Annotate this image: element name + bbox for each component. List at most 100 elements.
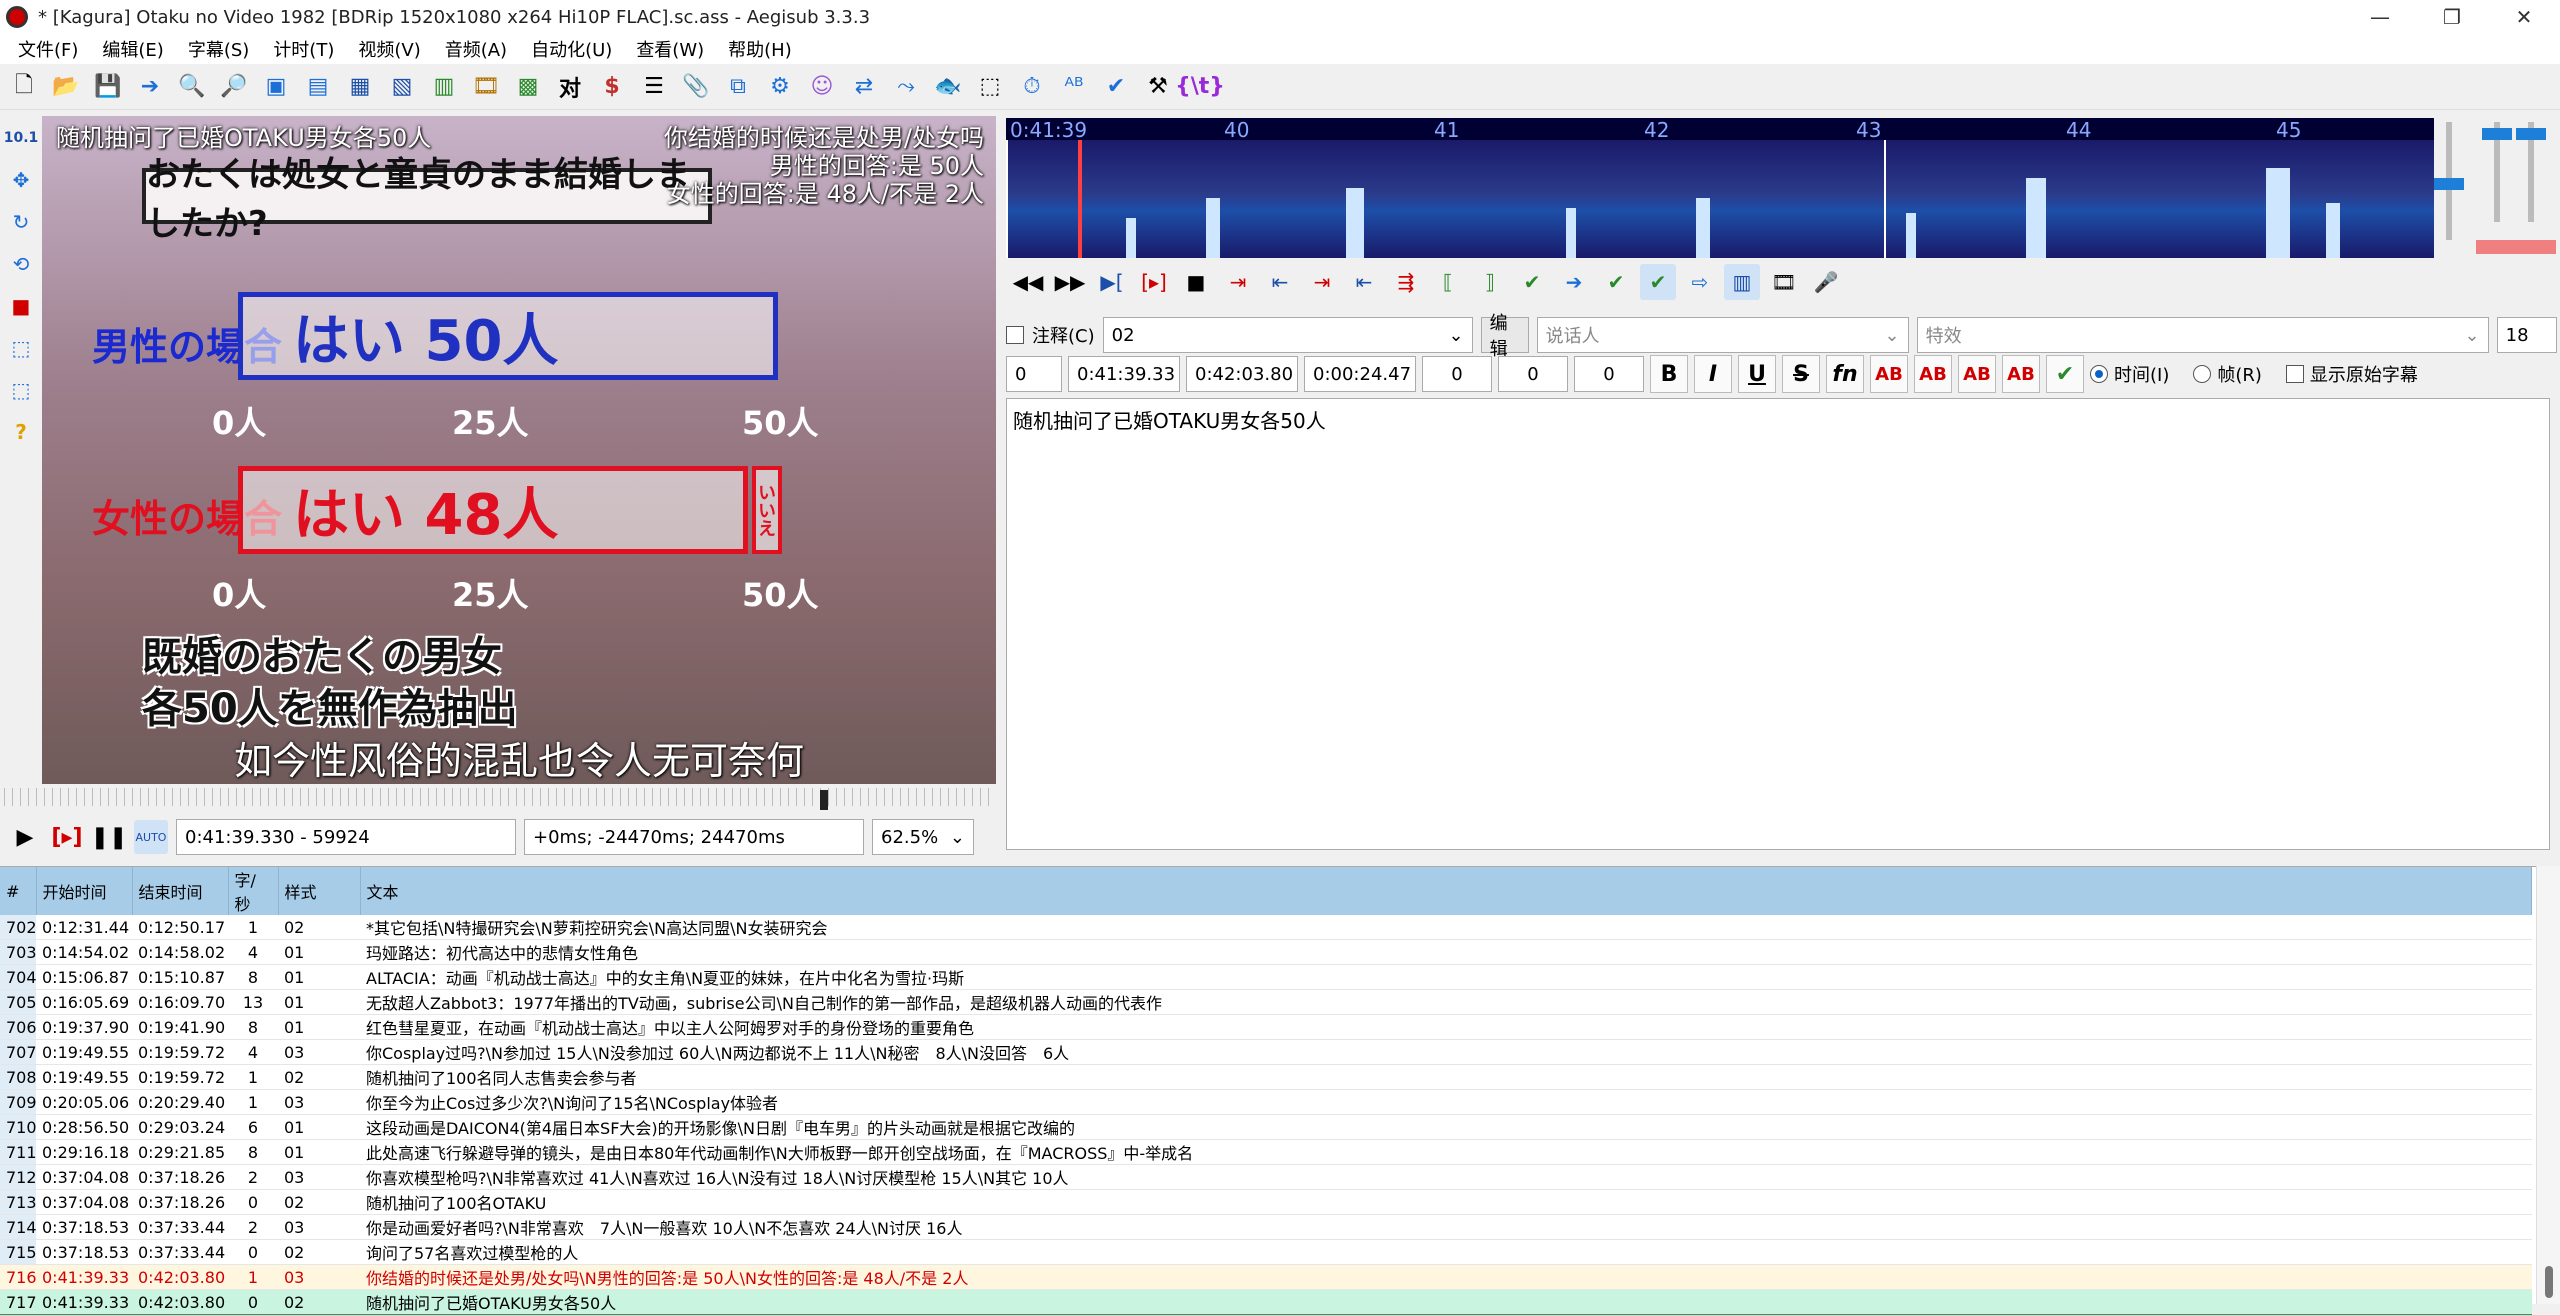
maximize-button[interactable]: ❐ — [2416, 0, 2488, 34]
menu-video[interactable]: 视频(V) — [346, 36, 432, 62]
volume-knob[interactable] — [2516, 128, 2546, 140]
actor-select[interactable]: 说话人 ⌄ — [1536, 317, 1909, 353]
play-selection-icon[interactable]: ▶[ — [1094, 264, 1130, 300]
margin-left-field[interactable]: 0 — [1422, 356, 1492, 392]
zoom-select[interactable]: 62.5% ⌄ — [872, 819, 974, 855]
edit-style-button[interactable]: 编辑 — [1480, 313, 1529, 360]
table-row[interactable]: 717 0:41:39.33 0:42:03.80 0 02 随机抽问了已婚OTAKU男女… — [0, 1289, 2532, 1315]
table-row[interactable]: 709 0:20:05.06 0:20:29.40 1 03 你至今为止Cos过多少次?\… — [0, 1089, 2532, 1115]
script-s-icon[interactable]: $ — [594, 69, 630, 105]
shadow-color-button[interactable]: AB — [2002, 355, 2040, 393]
horizontal-zoom-knob[interactable] — [2482, 128, 2512, 140]
col-text[interactable]: 文本 — [360, 867, 2532, 915]
check-icon[interactable]: ✔ — [1098, 69, 1134, 105]
col-cps[interactable]: 字/秒 — [228, 867, 279, 915]
time-radio[interactable] — [2090, 365, 2108, 383]
effect-input[interactable]: 特效 ⌄ — [1916, 317, 2489, 353]
goto-next-icon[interactable]: ➔ — [1556, 264, 1592, 300]
secondary-color-button[interactable]: AB — [1914, 355, 1952, 393]
shift-times-icon[interactable]: ⇄ — [846, 69, 882, 105]
properties-icon[interactable]: ☰ — [636, 69, 672, 105]
video-karaoke-icon[interactable]: 🎞 — [1766, 264, 1802, 300]
col-number[interactable]: # — [0, 867, 37, 915]
seek-thumb[interactable] — [820, 790, 828, 810]
table-row[interactable]: 712 0:37:04.08 0:37:18.26 2 03 你喜欢模型枪吗?\N非常喜欢… — [0, 1164, 2532, 1190]
auto-scroll-icon[interactable]: AUTO — [134, 820, 168, 854]
timing-postprocessor-icon[interactable]: ⤳ — [888, 69, 924, 105]
menu-view[interactable]: 查看(W) — [624, 36, 716, 62]
menu-timing[interactable]: 计时(T) — [261, 36, 346, 62]
resample-icon[interactable]: ▤ — [300, 69, 336, 105]
translation-icon[interactable]: 对 — [552, 69, 588, 105]
jump-to-icon[interactable]: ➔ — [132, 69, 168, 105]
close-button[interactable]: ✕ — [2488, 0, 2560, 34]
clip-icon[interactable]: ⬚ — [4, 330, 38, 366]
start-time-field[interactable]: 0:41:39.33 — [1068, 356, 1180, 392]
automation-icon[interactable]: ⚙ — [762, 69, 798, 105]
fonts-collector-icon[interactable]: ▥ — [426, 69, 462, 105]
film-icon[interactable]: 🎞 — [468, 69, 504, 105]
scroll-thumb[interactable] — [2545, 1266, 2553, 1298]
end-time-field[interactable]: 0:42:03.80 — [1186, 356, 1298, 392]
table-row[interactable]: 704 0:15:06.87 0:15:10.87 8 01 ALTACIA：动画『机动战… — [0, 964, 2532, 990]
underline-button[interactable]: U — [1738, 355, 1776, 393]
commit-icon[interactable]: ✔ — [1514, 264, 1550, 300]
col-start[interactable]: 开始时间 — [36, 867, 133, 915]
table-row[interactable]: 711 0:29:16.18 0:29:21.85 8 01 此处高速飞行躲避导弹的镜头，… — [0, 1139, 2532, 1165]
fish-icon[interactable]: 🐟 — [930, 69, 966, 105]
select-icon[interactable]: ⬚ — [972, 69, 1008, 105]
table-row[interactable]: 708 0:19:49.55 0:19:59.72 1 02 随机抽问了100名同人志售卖… — [0, 1064, 2532, 1090]
link-toggle[interactable] — [2476, 240, 2556, 254]
comment-checkbox[interactable] — [1006, 326, 1024, 344]
show-original-checkbox[interactable] — [2285, 365, 2304, 383]
karaoke-icon[interactable]: 🎤 — [1808, 264, 1844, 300]
tags-icon[interactable]: {\t} — [1175, 69, 1225, 105]
table-row[interactable]: 705 0:16:05.69 0:16:09.70 13 01 无敌超人Zabbot3：1… — [0, 989, 2532, 1015]
duration-field[interactable]: 0:00:24.47 — [1304, 356, 1416, 392]
new-file-icon[interactable]: 🗋 — [6, 69, 42, 105]
save-icon[interactable]: 💾 — [90, 69, 126, 105]
lead-out-icon[interactable]: ⟧ — [1472, 264, 1508, 300]
layer-spin[interactable]: 0 — [1006, 356, 1062, 392]
scale-icon[interactable]: ■ — [4, 288, 38, 324]
open-file-icon[interactable]: 📂 — [48, 69, 84, 105]
play-line-icon[interactable]: [▸] — [50, 820, 84, 854]
menu-audio[interactable]: 音频(A) — [433, 36, 519, 62]
primary-color-button[interactable]: AB — [1870, 355, 1908, 393]
spellcheck-icon[interactable]: ᴬᴮ — [1056, 69, 1092, 105]
spectrum-mode-icon[interactable]: ▥ — [1724, 264, 1760, 300]
video-display[interactable]: おたくは処女と童貞のまま結婚しましたか? 男性の場合 はい 50人 0人 25人… — [42, 116, 996, 784]
audio-display[interactable]: 0:41:39 40 41 42 43 44 45 — [1006, 118, 2434, 258]
commit-check-icon[interactable]: ✔ — [2046, 355, 2084, 393]
prev-line-icon[interactable]: ◀◀ — [1010, 264, 1046, 300]
menu-edit[interactable]: 编辑(E) — [90, 36, 175, 62]
video-seek-bar[interactable] — [4, 788, 996, 806]
menu-help[interactable]: 帮助(H) — [716, 36, 804, 62]
standard-tool-icon[interactable]: 10.1 — [4, 120, 39, 156]
margin-vertical-field[interactable]: 0 — [1574, 356, 1644, 392]
selection-start-marker[interactable] — [1078, 140, 1082, 258]
frame-radio[interactable] — [2193, 365, 2212, 383]
play-after-start-icon[interactable]: ⇤ — [1262, 264, 1298, 300]
table-row[interactable]: 710 0:28:56.50 0:29:03.24 6 01 这段动画是DAICON4(第… — [0, 1114, 2532, 1140]
col-end[interactable]: 结束时间 — [132, 867, 229, 915]
snap-icon[interactable]: ▣ — [258, 69, 294, 105]
table-row[interactable]: 706 0:19:37.90 0:19:41.90 8 01 红色彗星夏亚，在动画『机动战… — [0, 1014, 2532, 1040]
vertical-zoom-knob[interactable] — [2434, 178, 2464, 190]
video-time-field[interactable]: 0:41:39.330 - 59924 — [176, 819, 516, 855]
zoom-out-icon[interactable]: 🔎 — [216, 69, 252, 105]
video-offset-field[interactable]: +0ms; -24470ms; 24470ms — [524, 819, 864, 855]
italic-button[interactable]: I — [1694, 355, 1732, 393]
bold-button[interactable]: B — [1650, 355, 1688, 393]
minimize-button[interactable]: — — [2344, 0, 2416, 34]
drag-tool-icon[interactable]: ✥ — [4, 162, 38, 198]
col-style[interactable]: 样式 — [278, 867, 361, 915]
menu-automation[interactable]: 自动化(U) — [519, 36, 624, 62]
menu-subtitle[interactable]: 字幕(S) — [176, 36, 261, 62]
table-row[interactable]: 716 0:41:39.33 0:42:03.80 1 03 你结婚的时候还是处男/处女吗… — [0, 1264, 2532, 1290]
grid-scrollbar[interactable] — [2536, 866, 2560, 1304]
play-before-end-icon[interactable]: ⇥ — [1304, 264, 1340, 300]
copy-icon[interactable]: ⧉ — [720, 69, 756, 105]
play-before-start-icon[interactable]: ⇥ — [1220, 264, 1256, 300]
rotate-z-icon[interactable]: ↻ — [4, 204, 38, 240]
